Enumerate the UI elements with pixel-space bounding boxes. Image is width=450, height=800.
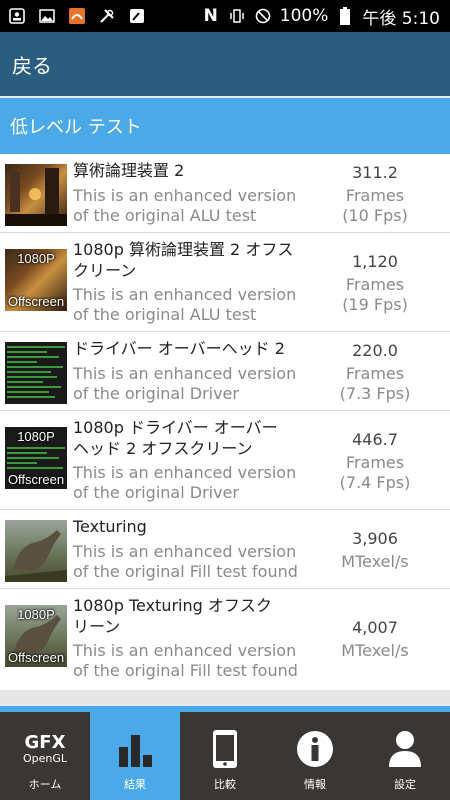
test-row-driver[interactable]: ドライバー オーバーヘッド 2 This is an enhanced vers… <box>0 332 450 411</box>
test-score: 311.2 <box>352 163 398 182</box>
test-unit: MTexel/s <box>341 552 409 571</box>
bottom-nav: GFX OpenGL ホーム 結果 比較 情報 設定 <box>0 706 450 800</box>
clock: 午後 5:10 <box>362 8 440 29</box>
contact-card-icon <box>8 7 26 25</box>
test-list: 算術論理装置 2 This is an enhanced version of … <box>0 154 450 690</box>
tab-settings-label: 設定 <box>394 778 416 791</box>
driver-thumbnail <box>5 342 67 404</box>
test-desc-line1: This is an enhanced version <box>73 186 297 205</box>
tools-icon <box>98 7 116 25</box>
test-unit: Frames <box>345 275 405 294</box>
thumb-label-resolution: 1080P <box>17 607 55 622</box>
tab-info[interactable]: 情報 <box>270 712 360 800</box>
test-unit: Frames <box>345 453 405 472</box>
list-footer-strip <box>0 690 450 706</box>
test-fps: (7.3 Fps) <box>339 384 411 403</box>
section-title: 低レベル テスト <box>10 117 142 138</box>
tab-results-label: 結果 <box>124 778 146 791</box>
thumb-label-resolution: 1080P <box>17 429 55 444</box>
bar-chart-icon <box>90 726 180 772</box>
alu-offscreen-thumbnail: 1080P Offscreen <box>5 249 67 311</box>
phone-icon <box>180 726 270 772</box>
battery-percent: 100% <box>279 6 329 26</box>
test-title: 1080p Texturing オフスク リーン <box>73 596 272 636</box>
vibrate-icon <box>228 7 246 25</box>
edit-icon <box>128 7 146 25</box>
gfx-logo-icon: GFX OpenGL <box>0 726 90 772</box>
test-desc-line2: of the original Fill test found <box>73 562 298 581</box>
tab-home[interactable]: GFX OpenGL ホーム <box>0 712 90 800</box>
thumb-label-offscreen: Offscreen <box>7 294 65 309</box>
test-score: 4,007 <box>352 618 398 637</box>
test-fps: (10 Fps) <box>342 206 408 225</box>
test-desc-line2: of the original Fill test found <box>73 661 298 680</box>
test-row-texturing-offscreen[interactable]: 1080P Offscreen 1080p Texturing オフスク リーン… <box>0 589 450 690</box>
thumb-label-resolution: 1080P <box>17 251 55 266</box>
status-bar: N 100% 午後 5:10 <box>0 0 450 32</box>
test-row-alu-offscreen[interactable]: 1080P Offscreen 1080p 算術論理装置 2 オフス クリーン … <box>0 233 450 332</box>
test-score: 446.7 <box>352 430 398 449</box>
test-title: 1080p ドライバー オーバー ヘッド 2 オフスクリーン <box>73 418 278 458</box>
test-unit: Frames <box>345 186 405 205</box>
test-unit: MTexel/s <box>341 641 409 660</box>
tab-results[interactable]: 結果 <box>90 712 180 800</box>
texturing-thumbnail <box>5 520 67 582</box>
tab-settings[interactable]: 設定 <box>360 712 450 800</box>
test-desc-line2: of the original Driver <box>73 384 239 403</box>
test-fps: (7.4 Fps) <box>339 473 411 492</box>
texturing-offscreen-thumbnail: 1080P Offscreen <box>5 605 67 667</box>
test-desc-line1: This is an enhanced version <box>73 463 297 482</box>
section-header: 低レベル テスト <box>0 98 450 154</box>
thumb-label-offscreen: Offscreen <box>7 472 65 487</box>
test-desc-line2: of the original Driver <box>73 483 239 502</box>
test-score: 3,906 <box>352 529 398 548</box>
test-score: 1,120 <box>352 252 398 271</box>
tab-info-label: 情報 <box>304 778 326 791</box>
test-row-driver-offscreen[interactable]: 1080P Offscreen 1080p ドライバー オーバー ヘッド 2 オ… <box>0 411 450 510</box>
gfx-logo-top: GFX <box>24 731 66 753</box>
test-desc-line1: This is an enhanced version <box>73 542 297 561</box>
test-title: Texturing <box>73 517 147 536</box>
action-bar: 戻る <box>0 32 450 96</box>
test-score: 220.0 <box>352 341 398 360</box>
nfc-icon: N <box>203 6 218 26</box>
person-icon <box>360 726 450 772</box>
test-title: 算術論理装置 2 <box>73 161 185 180</box>
gallery-icon <box>38 7 56 25</box>
alu-thumbnail <box>5 164 67 226</box>
test-desc-line2: of the original ALU test <box>73 305 257 324</box>
test-title: ドライバー オーバーヘッド 2 <box>73 339 285 358</box>
test-unit: Frames <box>345 364 405 383</box>
test-row-alu[interactable]: 算術論理装置 2 This is an enhanced version of … <box>0 154 450 233</box>
app-logo-icon <box>68 7 86 25</box>
no-signal-icon <box>254 7 272 25</box>
test-row-texturing[interactable]: Texturing This is an enhanced version of… <box>0 510 450 589</box>
test-title: 1080p 算術論理装置 2 オフス クリーン <box>73 240 294 280</box>
tab-home-label: ホーム <box>28 778 62 791</box>
driver-offscreen-thumbnail: 1080P Offscreen <box>5 427 67 489</box>
info-icon <box>270 726 360 772</box>
test-desc-line1: This is an enhanced version <box>73 364 297 383</box>
back-button[interactable]: 戻る <box>12 50 52 79</box>
thumb-label-offscreen: Offscreen <box>7 650 65 665</box>
test-desc-line2: of the original ALU test <box>73 206 257 225</box>
test-fps: (19 Fps) <box>342 295 408 314</box>
test-desc-line1: This is an enhanced version <box>73 285 297 304</box>
tab-compare[interactable]: 比較 <box>180 712 270 800</box>
gfx-logo-bottom: OpenGL <box>22 751 68 765</box>
battery-icon <box>336 7 354 25</box>
tab-compare-label: 比較 <box>214 778 236 791</box>
test-desc-line1: This is an enhanced version <box>73 641 297 660</box>
